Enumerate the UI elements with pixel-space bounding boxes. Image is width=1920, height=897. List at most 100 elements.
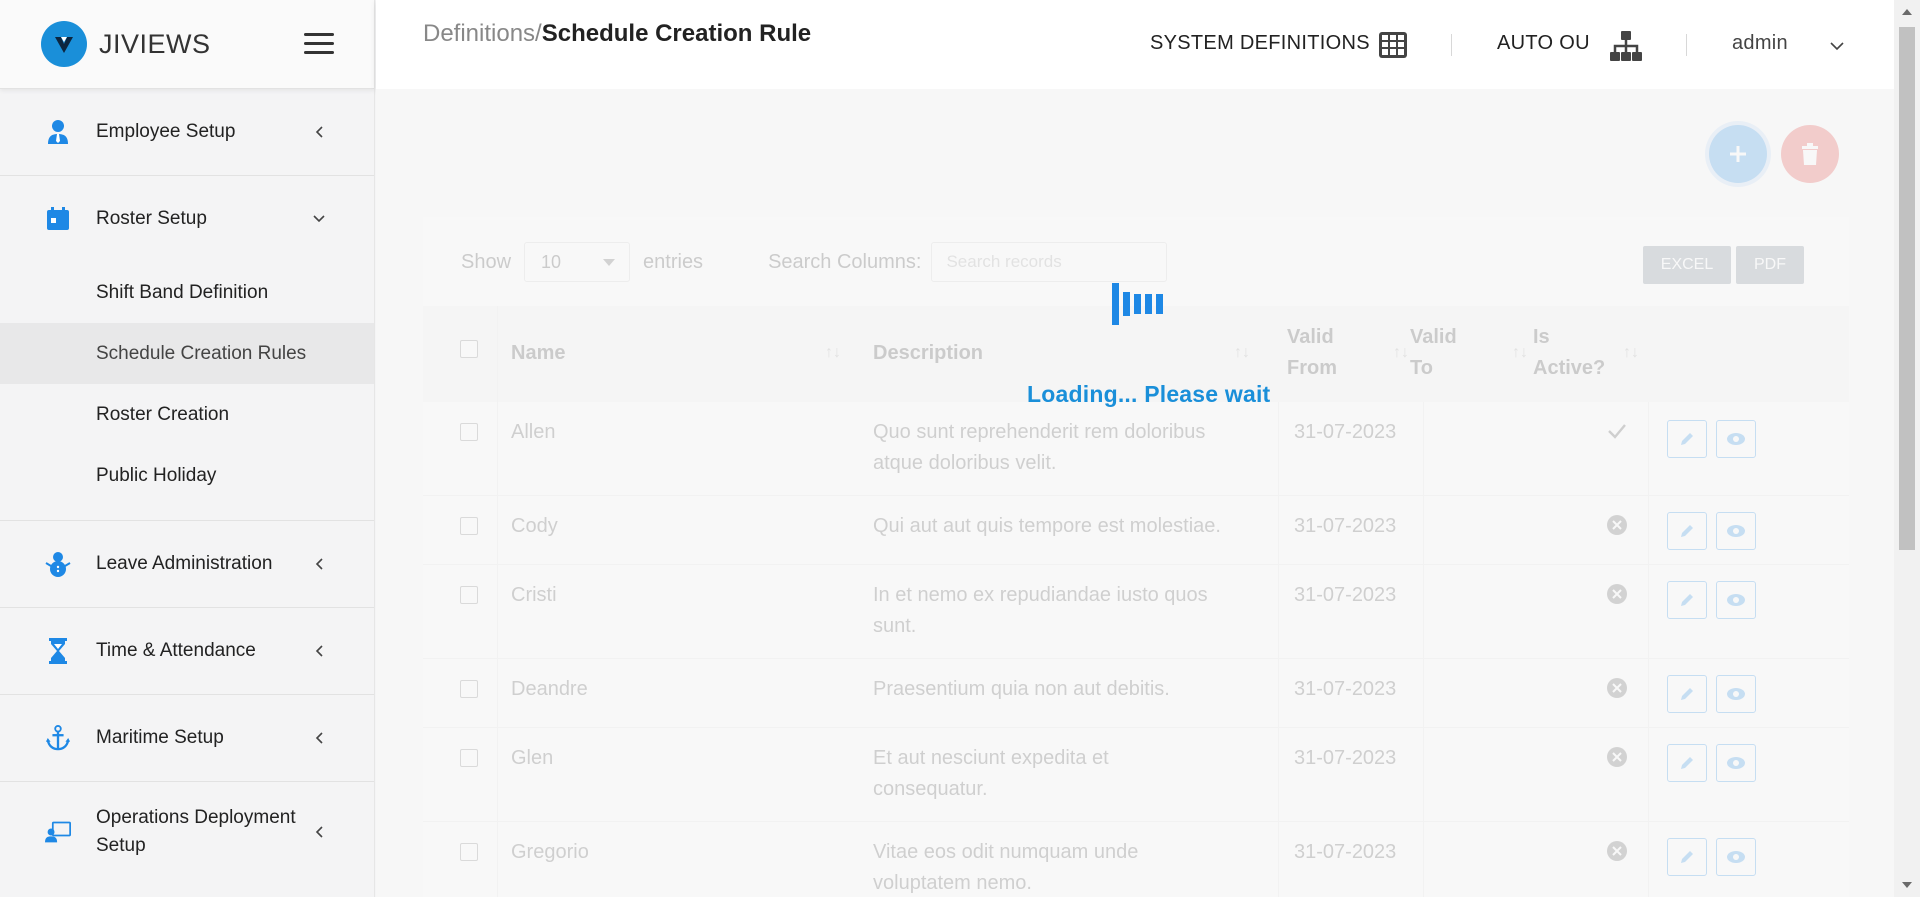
sitemap-icon[interactable]	[1610, 31, 1642, 66]
sort-icon[interactable]: ↑↓	[1623, 344, 1639, 362]
search-input[interactable]: Search records	[931, 242, 1168, 282]
eye-icon	[1727, 525, 1745, 537]
eye-icon	[1727, 688, 1745, 700]
column-header-name[interactable]: Name	[511, 338, 565, 369]
header-divider	[1451, 34, 1452, 56]
table-row[interactable]: Deandre Praesentium quia non aut debitis…	[423, 659, 1849, 728]
cell-valid-from: 31-07-2023	[1294, 421, 1397, 443]
entries-value: 10	[541, 251, 562, 272]
edit-button[interactable]	[1667, 512, 1707, 550]
system-definitions-link[interactable]: SYSTEM DEFINITIONS	[1150, 32, 1370, 55]
scroll-down-arrow[interactable]	[1902, 882, 1912, 888]
view-button[interactable]	[1716, 838, 1756, 876]
view-button[interactable]	[1716, 420, 1756, 458]
row-checkbox[interactable]	[460, 680, 478, 698]
pencil-icon	[1681, 757, 1693, 769]
sidebar-item-maritime-setup[interactable]: Maritime Setup	[0, 695, 374, 781]
edit-button[interactable]	[1667, 581, 1707, 619]
sort-icon[interactable]: ↑↓	[1512, 344, 1528, 362]
chevron-left-icon	[312, 731, 326, 745]
table-row[interactable]: Allen Quo sunt reprehenderit rem dolorib…	[423, 402, 1849, 496]
sort-icon[interactable]: ↑↓	[1393, 344, 1409, 362]
menu-toggle-icon[interactable]	[304, 33, 334, 55]
brand-logo[interactable]	[41, 21, 87, 67]
auto-ou-link[interactable]: AUTO OU	[1497, 32, 1590, 55]
edit-button[interactable]	[1667, 744, 1707, 782]
breadcrumb: Definitions/Schedule Creation Rule	[423, 20, 811, 48]
sidebar-subitem-public-holiday[interactable]: Public Holiday	[0, 445, 374, 506]
check-icon	[1607, 423, 1627, 444]
row-checkbox[interactable]	[460, 843, 478, 861]
loading-spinner	[1112, 283, 1167, 325]
add-button[interactable]	[1709, 125, 1767, 183]
sidebar-subitem-schedule-creation-rules[interactable]: Schedule Creation Rules	[0, 323, 374, 384]
row-checkbox[interactable]	[460, 423, 478, 441]
anchor-icon	[45, 725, 71, 751]
cell-name: Allen	[511, 421, 556, 443]
row-checkbox[interactable]	[460, 586, 478, 604]
view-button[interactable]	[1716, 512, 1756, 550]
plus-icon	[1730, 146, 1746, 162]
view-button[interactable]	[1716, 581, 1756, 619]
cell-description: Quo sunt reprehenderit rem doloribus atq…	[873, 421, 1206, 474]
edit-button[interactable]	[1667, 675, 1707, 713]
table-row[interactable]: Cody Qui aut aut quis tempore est molest…	[423, 496, 1849, 565]
sidebar-item-roster-setup[interactable]: Roster Setup	[0, 176, 374, 262]
pdf-export-button[interactable]: PDF	[1736, 246, 1804, 284]
scroll-thumb[interactable]	[1899, 27, 1915, 550]
sidebar-subitem-shift-band-definition[interactable]: Shift Band Definition	[0, 262, 374, 323]
chevron-left-icon	[312, 125, 326, 139]
scroll-up-arrow[interactable]	[1902, 9, 1912, 15]
sidebar-item-label: Operations Deployment Setup	[96, 807, 296, 856]
breadcrumb-parent[interactable]: Definitions/	[423, 20, 542, 47]
search-columns-label: Search Columns:	[768, 250, 922, 273]
cell-description: Qui aut aut quis tempore est molestiae.	[873, 515, 1221, 537]
column-header-valid-to[interactable]: Valid To	[1410, 322, 1470, 384]
chevron-down-icon[interactable]	[1830, 38, 1844, 56]
x-circle-icon	[1607, 747, 1627, 772]
row-checkbox[interactable]	[460, 749, 478, 767]
delete-button[interactable]	[1781, 125, 1839, 183]
sidebar-item-time-attendance[interactable]: Time & Attendance	[0, 608, 374, 694]
sort-icon[interactable]: ↑↓	[1234, 344, 1250, 362]
cell-valid-from: 31-07-2023	[1294, 747, 1397, 769]
snowman-icon	[45, 551, 71, 577]
grid-table-icon[interactable]	[1379, 32, 1407, 63]
page-scrollbar[interactable]	[1894, 0, 1920, 897]
sidebar-item-leave-administration[interactable]: Leave Administration	[0, 521, 374, 607]
pencil-icon	[1681, 851, 1693, 863]
trash-icon	[1802, 143, 1818, 165]
hourglass-icon	[45, 638, 71, 664]
column-header-is-active[interactable]: Is Active?	[1533, 322, 1613, 384]
cell-description: Praesentium quia non aut debitis.	[873, 678, 1170, 700]
excel-export-button[interactable]: EXCEL	[1643, 246, 1731, 284]
view-button[interactable]	[1716, 675, 1756, 713]
eye-icon	[1727, 433, 1745, 445]
chevron-left-icon	[312, 557, 326, 571]
table-row[interactable]: Glen Et aut nesciunt expedita et consequ…	[423, 728, 1849, 822]
pencil-icon	[1681, 594, 1693, 606]
cell-name: Gregorio	[511, 841, 589, 863]
edit-button[interactable]	[1667, 838, 1707, 876]
x-circle-icon	[1607, 841, 1627, 866]
x-circle-icon	[1607, 678, 1627, 703]
header-divider	[1686, 34, 1687, 56]
sidebar-subitem-roster-creation[interactable]: Roster Creation	[0, 384, 374, 445]
chevron-left-icon	[312, 644, 326, 658]
select-all-checkbox[interactable]	[460, 340, 478, 358]
table-row[interactable]: Cristi In et nemo ex repudiandae iusto q…	[423, 565, 1849, 659]
sort-icon[interactable]: ↑↓	[825, 344, 841, 362]
pencil-icon	[1681, 688, 1693, 700]
column-header-valid-from[interactable]: Valid From	[1287, 322, 1367, 384]
edit-button[interactable]	[1667, 420, 1707, 458]
row-checkbox[interactable]	[460, 517, 478, 535]
sidebar-item-operations-deployment-setup[interactable]: Operations Deployment Setup	[0, 782, 374, 882]
eye-icon	[1727, 594, 1745, 606]
table-row[interactable]: Gregorio Vitae eos odit numquam unde vol…	[423, 822, 1849, 897]
column-header-description[interactable]: Description	[873, 338, 983, 369]
entries-select[interactable]: 10	[524, 242, 631, 282]
sidebar-item-employee-setup[interactable]: Employee Setup	[0, 89, 374, 175]
view-button[interactable]	[1716, 744, 1756, 782]
eye-icon	[1727, 757, 1745, 769]
user-menu[interactable]: admin	[1732, 32, 1788, 55]
